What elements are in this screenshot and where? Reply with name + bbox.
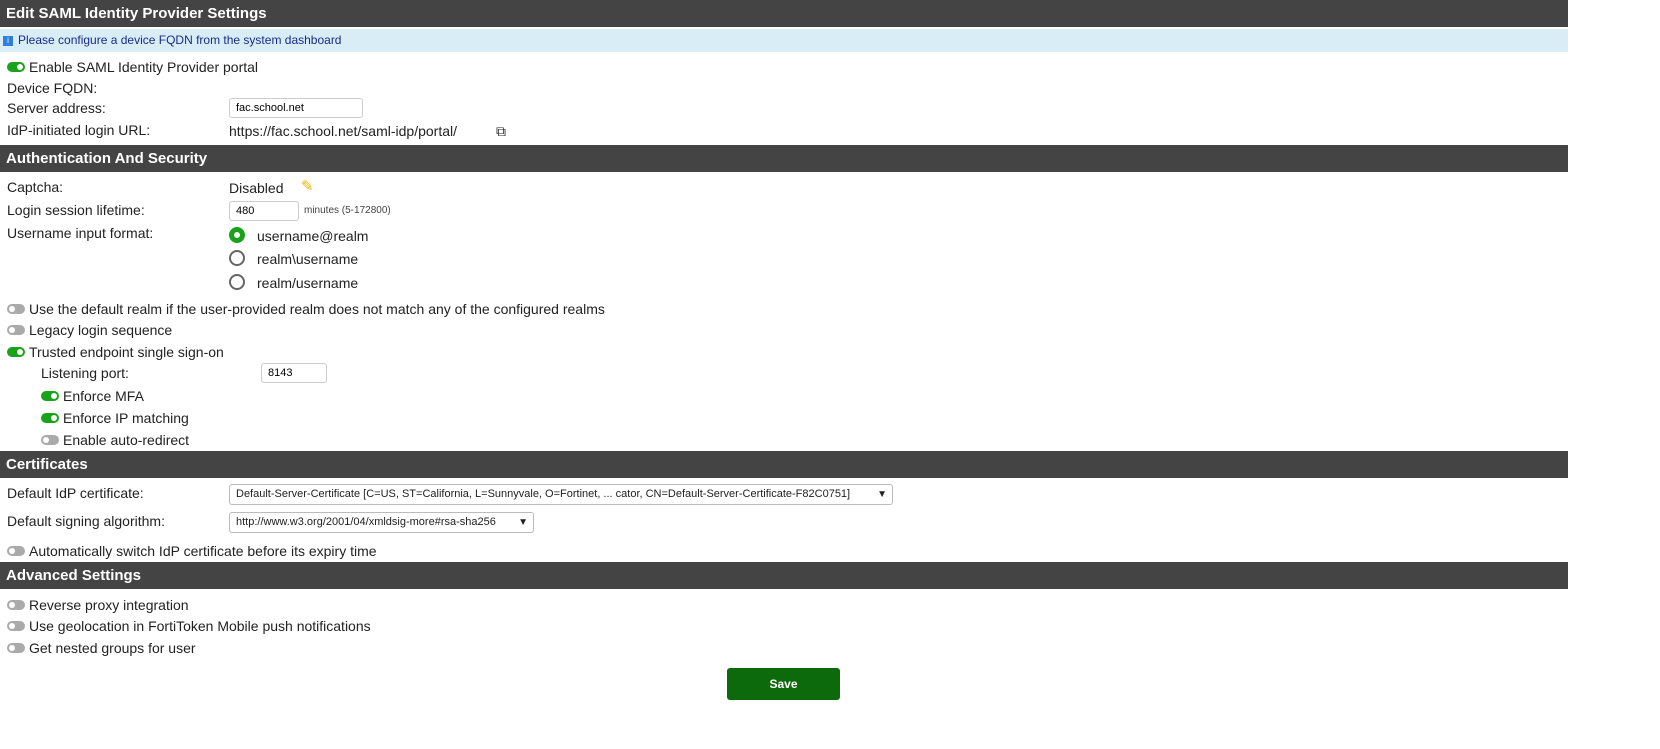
radio-username-at-realm[interactable] [229,227,245,243]
chevron-down-icon: ▼ [877,489,887,500]
alg-label: Default signing algorithm: [7,513,165,529]
enforce-ip-toggle[interactable] [41,413,59,423]
legacy-login-toggle[interactable] [7,325,25,335]
default-realm-label: Use the default realm if the user-provid… [29,301,605,317]
reverse-proxy-toggle[interactable] [7,600,25,610]
enforce-mfa-label: Enforce MFA [63,388,144,404]
captcha-label: Captcha: [7,179,64,195]
lifetime-label: Login session lifetime: [7,202,145,218]
format-option: realm\username [257,251,359,267]
info-icon: i [3,36,13,46]
format-label: Username input format: [7,225,154,241]
cert-value: Default-Server-Certificate [C=US, ST=Cal… [236,488,851,500]
radio-realm-slash-username[interactable] [229,274,245,290]
default-realm-toggle[interactable] [7,304,25,314]
trusted-sso-label: Trusted endpoint single sign-on [29,344,224,360]
cert-label: Default IdP certificate: [7,485,144,501]
format-option: username@realm [257,228,369,244]
save-button[interactable]: Save [727,668,840,700]
page-title: Edit SAML Identity Provider Settings [0,0,1568,27]
lifetime-input[interactable] [229,201,299,221]
auto-redirect-toggle[interactable] [41,435,59,445]
nested-groups-label: Get nested groups for user [29,640,196,656]
edit-pencil-icon[interactable]: ✎ [301,177,314,195]
alg-select[interactable]: http://www.w3.org/2001/04/xmldsig-more#r… [229,512,534,533]
geolocation-label: Use geolocation in FortiToken Mobile pus… [29,618,371,634]
trusted-sso-toggle[interactable] [7,347,25,357]
server-address-input[interactable] [229,98,363,118]
legacy-login-label: Legacy login sequence [29,322,173,338]
copy-icon[interactable]: ⧉ [496,123,506,140]
listening-port-input[interactable] [261,363,327,383]
login-url-label: IdP-initiated login URL: [7,122,151,138]
server-address-label: Server address: [7,100,106,116]
captcha-value: Disabled [229,180,284,196]
lifetime-hint: minutes (5-172800) [304,205,391,216]
radio-realm-backslash-username[interactable] [229,250,245,266]
section-certificates: Certificates [0,451,1568,478]
reverse-proxy-label: Reverse proxy integration [29,597,189,613]
geolocation-toggle[interactable] [7,621,25,631]
enable-portal-toggle[interactable] [7,62,25,72]
info-text: Please configure a device FQDN from the … [18,33,342,47]
info-banner: i Please configure a device FQDN from the… [0,29,1568,52]
nested-groups-toggle[interactable] [7,643,25,653]
section-advanced: Advanced Settings [0,562,1568,589]
format-option: realm/username [257,275,359,291]
listening-port-label: Listening port: [41,365,129,381]
cert-select[interactable]: Default-Server-Certificate [C=US, ST=Cal… [229,484,893,505]
enforce-mfa-toggle[interactable] [41,391,59,401]
enforce-ip-label: Enforce IP matching [63,410,189,426]
device-fqdn-label: Device FQDN: [7,80,98,96]
enable-portal-label: Enable SAML Identity Provider portal [29,59,259,75]
auto-switch-label: Automatically switch IdP certificate bef… [29,543,377,559]
login-url: https://fac.school.net/saml-idp/portal/ [229,123,457,139]
auto-switch-toggle[interactable] [7,546,25,556]
section-authentication: Authentication And Security [0,145,1568,172]
auto-redirect-label: Enable auto-redirect [63,432,190,448]
alg-value: http://www.w3.org/2001/04/xmldsig-more#r… [236,516,496,528]
chevron-down-icon: ▼ [518,517,528,528]
